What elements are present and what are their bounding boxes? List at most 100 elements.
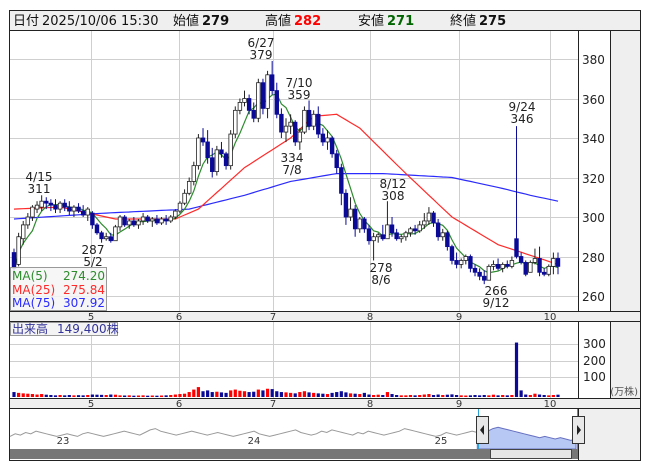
candle-body xyxy=(339,167,344,194)
volume-bar xyxy=(542,395,546,397)
volume-bar xyxy=(353,393,357,397)
volume-bar xyxy=(427,394,431,397)
volume-bar xyxy=(256,389,260,397)
volume-bar xyxy=(514,342,519,397)
volume-bar xyxy=(293,393,297,397)
volume-bar xyxy=(40,394,44,397)
volume-bar xyxy=(505,395,509,397)
candle-body xyxy=(62,202,67,208)
candle-body xyxy=(320,133,326,143)
volume-bar xyxy=(215,391,219,397)
nav-right-handle[interactable] xyxy=(572,416,585,444)
legend-ma75-name: MA(75) xyxy=(12,296,55,310)
candle xyxy=(228,130,233,170)
candle-body xyxy=(99,232,104,240)
volume-bar xyxy=(35,394,39,397)
candle xyxy=(486,264,492,281)
x-tick: 7 xyxy=(270,312,276,323)
volume-bar xyxy=(330,392,334,397)
scrollbar[interactable] xyxy=(10,449,578,459)
candle-body xyxy=(150,218,155,222)
candle-body xyxy=(210,157,215,172)
volume-bar xyxy=(445,394,449,397)
stock-chart: 日付 2025/10/06 15:30 始値 279 高値 282 安値 271… xyxy=(9,10,641,461)
candle-body xyxy=(541,271,547,275)
annotation-value: 346 xyxy=(511,112,534,126)
volume-bar xyxy=(224,392,228,397)
volume-bar xyxy=(169,395,173,397)
candle-body xyxy=(246,98,252,111)
legend-ma25-name: MA(25) xyxy=(12,283,55,297)
volume-bar xyxy=(21,393,25,397)
nav-label: 23 xyxy=(57,436,70,447)
candle-body xyxy=(537,258,542,273)
volume-bar xyxy=(252,391,256,397)
candle-body xyxy=(260,82,266,109)
candle-body xyxy=(90,212,95,226)
volume-bar xyxy=(86,395,90,397)
volume-bar xyxy=(30,394,35,397)
candle-body xyxy=(196,137,201,167)
candle xyxy=(16,232,21,267)
scrollbar-thumb[interactable] xyxy=(490,449,572,459)
candle-body xyxy=(394,232,399,240)
volume-bar xyxy=(219,392,224,397)
candle-body xyxy=(293,121,298,143)
x-tick: 7 xyxy=(270,399,276,410)
candle-body xyxy=(288,121,293,127)
candle-body xyxy=(431,212,436,224)
volume-bar xyxy=(164,395,168,397)
candle-body xyxy=(223,153,229,167)
candle-body xyxy=(371,236,376,242)
nav-left-handle[interactable] xyxy=(476,416,489,444)
candle-body xyxy=(380,234,386,240)
volume-bar xyxy=(49,395,53,397)
candle-body xyxy=(311,113,316,127)
candle-body xyxy=(302,109,307,133)
volume-bar xyxy=(99,394,104,397)
candle-body xyxy=(532,258,538,263)
volume-bar xyxy=(17,392,21,397)
close-value: 275 xyxy=(479,14,506,29)
candle-body xyxy=(514,238,519,257)
volume-bar xyxy=(431,395,436,397)
x-tick: 10 xyxy=(544,312,557,323)
volume-bar xyxy=(109,394,113,397)
candle-body xyxy=(482,275,487,281)
candle-body xyxy=(463,256,468,261)
candle-body xyxy=(518,256,524,263)
candle-body xyxy=(435,222,441,238)
date-label: 日付 xyxy=(13,14,39,29)
volume-bar xyxy=(528,395,532,397)
legend-ma5-name: MA(5) xyxy=(12,269,48,283)
candle-body xyxy=(71,206,77,212)
candle-body xyxy=(136,220,141,226)
vol-y-tick: 300 xyxy=(583,337,606,351)
candle-body xyxy=(546,265,551,275)
volume-bar xyxy=(178,394,182,397)
candle-body xyxy=(445,232,450,248)
candle-body xyxy=(48,202,54,206)
candle-body xyxy=(366,228,372,242)
volume-bar xyxy=(90,394,94,397)
annotation-date: 8/6 xyxy=(371,273,390,287)
legend-ma5-value: 274.20 xyxy=(63,269,105,283)
candle-body xyxy=(140,216,146,222)
candle-body xyxy=(422,220,427,226)
candle-body xyxy=(348,208,353,218)
volume-bar xyxy=(63,395,67,397)
candle-body xyxy=(34,204,40,210)
candle-body xyxy=(376,234,381,238)
volume-bar xyxy=(206,390,210,397)
candle-body xyxy=(495,263,501,269)
x-tick: 6 xyxy=(176,312,182,323)
candle-body xyxy=(385,224,390,240)
volume-bar xyxy=(12,392,16,397)
volume-bar xyxy=(418,395,422,397)
candle-body xyxy=(426,212,432,222)
volume-bar xyxy=(381,395,385,397)
volume-bar xyxy=(436,394,440,397)
candle-body xyxy=(399,236,404,240)
volume-bar xyxy=(67,395,71,397)
candle-body xyxy=(528,262,533,273)
